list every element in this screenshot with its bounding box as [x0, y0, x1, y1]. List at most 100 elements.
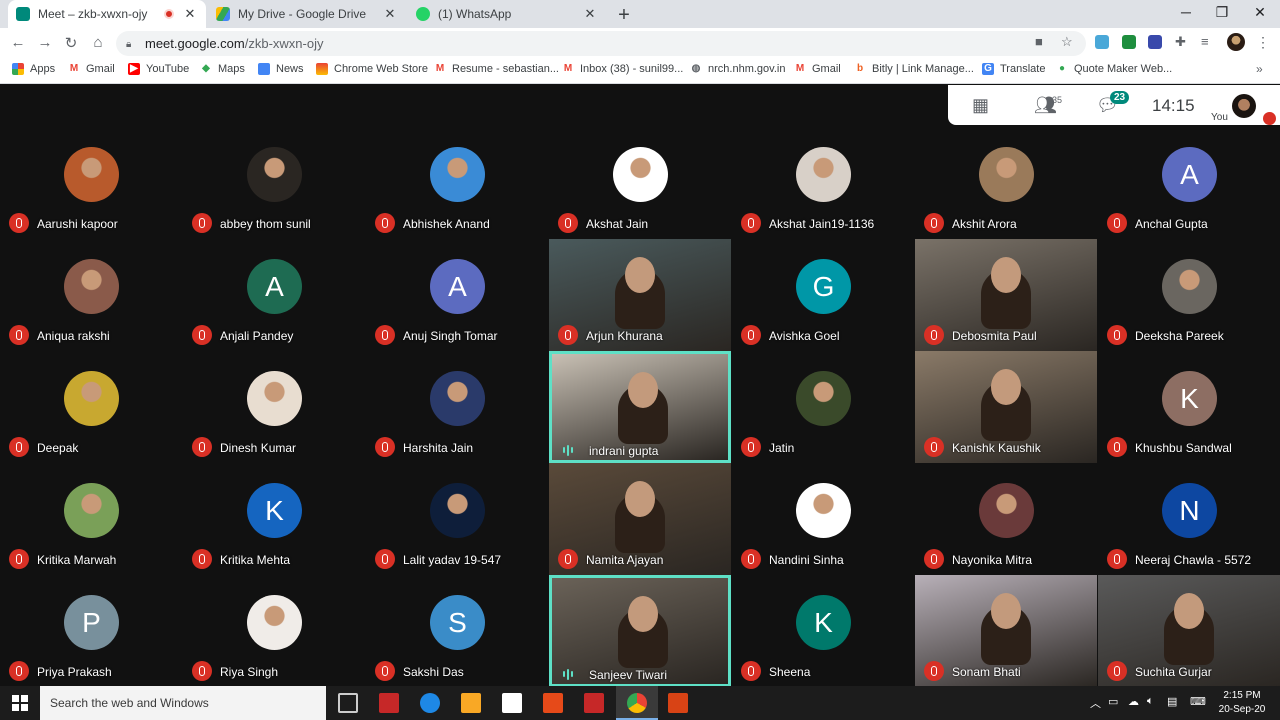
tab-whatsapp[interactable]: (1) WhatsApp ✕	[408, 0, 606, 28]
store-icon[interactable]	[502, 693, 522, 713]
bookmark-gmail-2[interactable]: M Gmail	[794, 63, 841, 75]
participant-tile[interactable]: S Sakshi Das	[366, 575, 548, 687]
tab-meet[interactable]: Meet – zkb-xwxn-ojy ✕	[8, 0, 206, 28]
participant-tile[interactable]: A Anuj Singh Tomar	[366, 239, 548, 351]
participant-tile[interactable]: Deeksha Pareek	[1098, 239, 1280, 351]
participant-tile[interactable]: Aarushi kapoor	[0, 127, 182, 239]
windows-start-icon[interactable]	[12, 695, 28, 711]
home-icon[interactable]: ⌂	[89, 34, 107, 51]
notifications-icon[interactable]: ▤	[1167, 695, 1177, 708]
camera-icon[interactable]: ■	[1035, 34, 1043, 49]
layout-grid-icon[interactable]: ▦	[972, 95, 989, 116]
close-tab-icon[interactable]: ✕	[382, 6, 398, 22]
participant-tile[interactable]: K Kritika Mehta	[183, 463, 365, 575]
participant-tile[interactable]: Lalit yadav 19-547	[366, 463, 548, 575]
taskbar-clock[interactable]: 2:15 PM 20-Sep-20	[1214, 689, 1270, 717]
participant-tile[interactable]: Kanishk Kaushik	[915, 351, 1097, 463]
bookmark-maps[interactable]: ◆ Maps	[200, 63, 245, 75]
participant-tile[interactable]: Aniqua rakshi	[0, 239, 182, 351]
reload-icon[interactable]: ↻	[62, 34, 80, 52]
profile-avatar[interactable]	[1227, 33, 1245, 51]
bookmark-translate[interactable]: G Translate	[982, 63, 1045, 75]
participant-tile[interactable]: N Neeraj Chawla - 5572	[1098, 463, 1280, 575]
bookmark-chrome-web-store[interactable]: Chrome Web Store	[316, 63, 428, 75]
participant-tile[interactable]: Abhishek Anand	[366, 127, 548, 239]
acrobat-icon[interactable]	[543, 693, 563, 713]
participant-tile[interactable]: A Anchal Gupta	[1098, 127, 1280, 239]
participant-tile[interactable]: P Priya Prakash	[0, 575, 182, 687]
participant-tile[interactable]: Nandini Sinha	[732, 463, 914, 575]
close-window-icon[interactable]: ✕	[1250, 4, 1270, 21]
edge-icon[interactable]	[420, 693, 440, 713]
participant-tile[interactable]: Harshita Jain	[366, 351, 548, 463]
tab-drive[interactable]: My Drive - Google Drive ✕	[208, 0, 406, 28]
battery-icon[interactable]: ▭	[1108, 695, 1118, 708]
participant-tile[interactable]: Riya Singh	[183, 575, 365, 687]
mcafee-icon[interactable]	[584, 693, 604, 713]
chrome-icon[interactable]	[627, 693, 647, 713]
participant-name: Sonam Bhati	[952, 665, 1021, 679]
participant-tile[interactable]: Namita Ajayan	[549, 463, 731, 575]
participant-tile[interactable]: indrani gupta	[549, 351, 731, 463]
bookmark-youtube[interactable]: ▶ YouTube	[128, 63, 189, 75]
participant-name: Sanjeev Tiwari	[589, 668, 668, 682]
bookmark-bitly[interactable]: b Bitly | Link Manage...	[854, 63, 974, 75]
task-view-icon[interactable]	[338, 693, 358, 713]
bookmark-star-icon[interactable]: ☆	[1061, 34, 1073, 50]
taskbar-search[interactable]: Search the web and Windows	[40, 686, 326, 720]
volume-icon[interactable]: 🔈︎	[1147, 695, 1154, 708]
participant-tile[interactable]: Deepak	[0, 351, 182, 463]
address-bar[interactable]: 🔒︎ meet.google.com/zkb-xwxn-ojy	[116, 31, 1086, 56]
bookmark-resume[interactable]: M Resume - sebastian...	[434, 63, 559, 75]
mail-app-icon[interactable]	[379, 693, 399, 713]
bookmark-gmail[interactable]: M Gmail	[68, 63, 115, 75]
participant-tile[interactable]: Akshat Jain	[549, 127, 731, 239]
bookmark-nrch[interactable]: ◍ nrch.nhm.gov.in	[690, 63, 786, 75]
participant-tile[interactable]: Sanjeev Tiwari	[549, 575, 731, 687]
participant-tile[interactable]: G Avishka Goel	[732, 239, 914, 351]
media-control-icon[interactable]: ≡	[1201, 34, 1209, 49]
screen-extension-icon[interactable]	[1148, 35, 1162, 49]
new-tab-button[interactable]: +	[614, 4, 634, 27]
participant-tile[interactable]: Debosmita Paul	[915, 239, 1097, 351]
close-tab-icon[interactable]: ✕	[182, 6, 198, 22]
participant-tile[interactable]: Akshit Arora	[915, 127, 1097, 239]
participant-tile[interactable]: A Anjali Pandey	[183, 239, 365, 351]
news-icon	[258, 63, 270, 75]
extensions-puzzle-icon[interactable]: ✚	[1175, 34, 1186, 50]
participant-tile[interactable]: Arjun Khurana	[549, 239, 731, 351]
office-icon[interactable]	[668, 693, 688, 713]
onedrive-icon[interactable]: ☁︎	[1128, 695, 1139, 708]
video-face-shape	[991, 593, 1021, 629]
participant-tile[interactable]: Sonam Bhati	[915, 575, 1097, 687]
photo-avatar	[1162, 259, 1217, 314]
participant-tile[interactable]: abbey thom sunil	[183, 127, 365, 239]
bookmark-inbox[interactable]: M Inbox (38) - sunil99...	[562, 63, 684, 75]
video-face-shape	[625, 481, 655, 517]
sheets-extension-icon[interactable]	[1122, 35, 1136, 49]
close-tab-icon[interactable]: ✕	[582, 6, 598, 22]
participant-tile[interactable]: Akshat Jain19-1136	[732, 127, 914, 239]
participant-tile[interactable]: Kritika Marwah	[0, 463, 182, 575]
back-icon[interactable]: ←	[9, 34, 27, 51]
participant-tile[interactable]: Jatin	[732, 351, 914, 463]
keyboard-icon[interactable]: ⌨︎	[1190, 695, 1206, 708]
bookmark-quote-maker[interactable]: ● Quote Maker Web...	[1056, 63, 1172, 75]
more-bookmarks-icon[interactable]: »	[1256, 62, 1263, 76]
tray-chevron-icon[interactable]: ︿	[1090, 695, 1101, 711]
maximize-icon[interactable]: ❐	[1212, 4, 1232, 21]
forward-icon[interactable]: →	[36, 34, 54, 51]
bookmark-label: Resume - sebastian...	[452, 63, 559, 75]
file-explorer-icon[interactable]	[461, 693, 481, 713]
participant-tile[interactable]: K Khushbu Sandwal	[1098, 351, 1280, 463]
minimize-icon[interactable]: ─	[1176, 4, 1196, 20]
participant-tile[interactable]: Dinesh Kumar	[183, 351, 365, 463]
participant-tile[interactable]: K Sheena	[732, 575, 914, 687]
menu-kebab-icon[interactable]: ⋮	[1256, 34, 1270, 51]
self-avatar[interactable]	[1232, 94, 1256, 118]
participant-tile[interactable]: Nayonika Mitra	[915, 463, 1097, 575]
bookmark-apps[interactable]: Apps	[12, 63, 55, 75]
participant-tile[interactable]: Suchita Gurjar	[1098, 575, 1280, 687]
extension-icon[interactable]	[1095, 35, 1109, 49]
bookmark-news[interactable]: News	[258, 63, 304, 75]
